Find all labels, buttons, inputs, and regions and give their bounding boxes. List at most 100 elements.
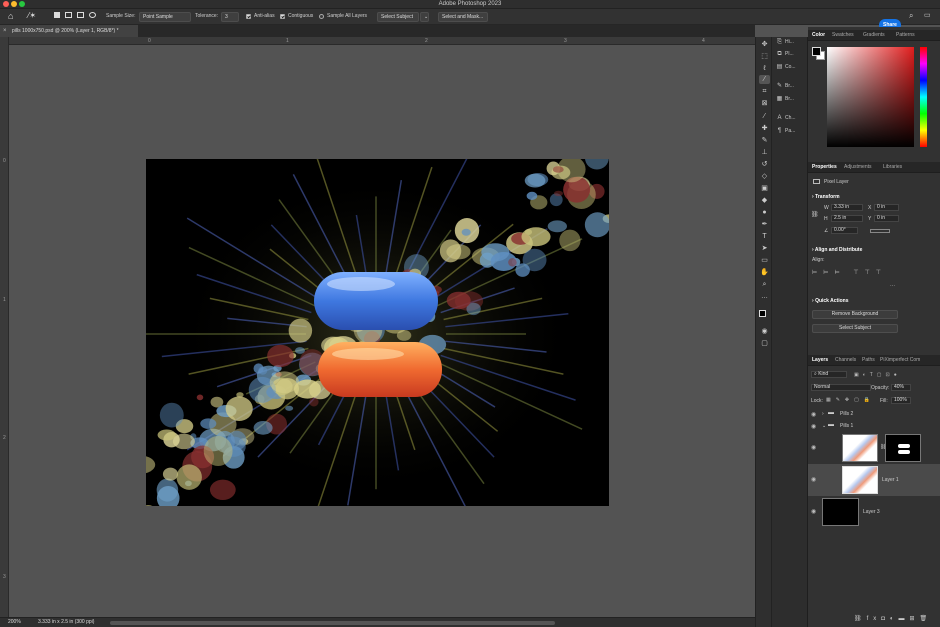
layer-filter-icons[interactable]: ▣◐T▢⊡● <box>854 372 924 378</box>
magic-wand-icon[interactable]: ⁄✶ <box>28 11 36 20</box>
link-icon[interactable]: ⛓ <box>811 211 819 218</box>
clone-stamp-icon[interactable]: ⊥ <box>759 148 770 157</box>
dodge-tool-icon[interactable]: ● <box>759 208 770 217</box>
hue-slider[interactable] <box>920 47 927 147</box>
horizontal-scrollbar[interactable] <box>110 621 555 625</box>
remove-background-button[interactable]: Remove Background <box>812 310 898 319</box>
select-subject-button[interactable]: Select Subject <box>377 12 419 22</box>
height-field[interactable]: 2.5 in <box>831 215 863 222</box>
layer-filter-select[interactable]: ⌕ Kind <box>811 371 847 378</box>
opacity-field[interactable]: 40% <box>891 384 911 391</box>
layer-row[interactable]: ◉ Layer 3 <box>808 496 940 528</box>
chevron-down-icon[interactable]: ⌄ <box>822 423 826 429</box>
sample-size-select[interactable]: Point Sample <box>139 12 191 22</box>
rectangle-tool-icon[interactable]: ▭ <box>759 256 770 265</box>
lock-icons[interactable]: ▦✎✥▢🔒 <box>826 397 876 403</box>
tolerance-input[interactable]: 3 <box>221 12 239 22</box>
visibility-eye-icon[interactable]: ◉ <box>811 508 816 515</box>
brush-tool-icon[interactable]: ✎ <box>759 136 770 145</box>
foreground-color-swatch[interactable] <box>759 310 766 317</box>
lasso-tool-icon[interactable]: ℓ <box>759 64 770 73</box>
transform-section-title[interactable]: › Transform <box>812 194 840 200</box>
history-brush-icon[interactable]: ↺ <box>759 160 770 169</box>
quick-mask-icon[interactable]: ◉ <box>759 327 770 336</box>
align-buttons-icon[interactable]: ⊨⊨⊨ ⊤⊤⊤ <box>812 269 907 276</box>
comments-panel-button[interactable]: ▤ Co... <box>776 62 806 72</box>
paragraph-panel-button[interactable]: ¶ Pa... <box>776 126 806 136</box>
fill-field[interactable]: 100% <box>891 397 911 404</box>
visibility-eye-icon[interactable]: ◉ <box>811 423 816 430</box>
gradient-tool-icon[interactable]: ▣ <box>759 184 770 193</box>
more-tools-icon[interactable]: … <box>759 292 770 301</box>
layer-row[interactable]: ◉ ⌄ ▬ Pills 1 <box>808 420 940 432</box>
eraser-tool-icon[interactable]: ◇ <box>759 172 770 181</box>
chevron-down-icon[interactable]: ⌄ <box>420 12 429 22</box>
blur-tool-icon[interactable]: ◆ <box>759 196 770 205</box>
search-icon[interactable]: ⌕ <box>909 11 913 21</box>
magic-wand-tool-icon[interactable]: ⁄ <box>759 75 770 84</box>
angle-field[interactable]: 0.00° <box>831 227 858 234</box>
frame-tool-icon[interactable]: ⊠ <box>759 99 770 108</box>
color-panel-foreground[interactable] <box>812 47 821 56</box>
tab-properties[interactable]: Properties <box>812 162 837 173</box>
anti-alias-checkbox[interactable] <box>246 14 251 19</box>
history-panel-button[interactable]: ⎘ Hi... <box>776 37 806 47</box>
brush-settings-panel-button[interactable]: ▦ Br... <box>776 94 806 104</box>
layer-mask-thumbnail[interactable] <box>885 434 921 462</box>
tab-channels[interactable]: Channels <box>835 355 856 366</box>
workspace-icon[interactable]: ▭ <box>924 11 931 19</box>
chevron-right-icon[interactable]: › <box>822 411 824 417</box>
zoom-tool-icon[interactable]: ⌕ <box>759 280 770 289</box>
add-selection-icon[interactable] <box>65 12 72 18</box>
tab-libraries[interactable]: Libraries <box>883 162 902 173</box>
select-subject-quick-button[interactable]: Select Subject <box>812 324 898 333</box>
crop-tool-icon[interactable]: ⌗ <box>759 87 770 96</box>
y-field[interactable]: 0 in <box>874 215 899 222</box>
sample-all-checkbox[interactable] <box>319 14 324 19</box>
flip-horizontal-icon[interactable] <box>870 229 890 233</box>
brushes-panel-button[interactable]: ✎ Br... <box>776 81 806 91</box>
select-and-mask-button[interactable]: Select and Mask... <box>438 12 488 22</box>
layer-row[interactable]: ◉ › ▬ Pills 2 <box>808 408 940 420</box>
healing-brush-icon[interactable]: ✚ <box>759 124 770 133</box>
tab-adjustments[interactable]: Adjustments <box>844 162 872 173</box>
eyedropper-tool-icon[interactable]: ⁄ <box>759 112 770 121</box>
x-field[interactable]: 0 in <box>874 204 899 211</box>
blend-mode-select[interactable]: Normal <box>811 384 871 391</box>
tab-paths[interactable]: Paths <box>862 355 875 366</box>
layer-row-selected[interactable]: ◉ Layer 1 <box>808 464 940 496</box>
layer-row[interactable]: ◉ ⛓ <box>808 432 940 464</box>
character-panel-button[interactable]: A Ch... <box>776 113 806 123</box>
home-icon[interactable]: ⌂ <box>8 11 13 21</box>
plugins-panel-button[interactable]: ⧉ Pl... <box>776 49 806 59</box>
width-field[interactable]: 3.33 in <box>831 204 863 211</box>
more-options-icon[interactable]: ··· <box>890 283 895 289</box>
color-field[interactable] <box>827 47 914 147</box>
tab-gradients[interactable]: Gradients <box>863 30 885 41</box>
align-section-title[interactable]: › Align and Distribute <box>812 247 862 253</box>
close-tab-icon[interactable]: × <box>3 25 7 37</box>
type-tool-icon[interactable]: T <box>759 232 770 241</box>
screen-mode-icon[interactable]: ▢ <box>759 339 770 348</box>
marquee-tool-icon[interactable]: ⬚ <box>759 52 770 61</box>
hand-tool-icon[interactable]: ✋ <box>759 268 770 277</box>
contiguous-checkbox[interactable] <box>280 14 285 19</box>
pen-tool-icon[interactable]: ✒ <box>759 220 770 229</box>
path-selection-icon[interactable]: ➤ <box>759 244 770 253</box>
quick-actions-title[interactable]: › Quick Actions <box>812 298 849 304</box>
intersect-selection-icon[interactable] <box>89 12 96 18</box>
document-tab[interactable]: × pills 1000x750.psd @ 200% (Layer 1, RG… <box>0 25 138 37</box>
tab-swatches[interactable]: Swatches <box>832 30 854 41</box>
zoom-level[interactable]: 200% <box>8 618 21 627</box>
visibility-eye-icon[interactable]: ◉ <box>811 411 816 418</box>
tab-layers[interactable]: Layers <box>812 355 828 366</box>
document-canvas[interactable] <box>146 159 609 506</box>
tab-patterns[interactable]: Patterns <box>896 30 915 41</box>
subtract-selection-icon[interactable] <box>77 12 84 18</box>
visibility-eye-icon[interactable]: ◉ <box>811 476 816 483</box>
move-tool-icon[interactable]: ✥ <box>759 40 770 49</box>
tab-piximperfect[interactable]: PiXimperfect Com <box>880 355 920 366</box>
tab-color[interactable]: Color <box>812 30 825 41</box>
visibility-eye-icon[interactable]: ◉ <box>811 444 816 451</box>
new-selection-icon[interactable] <box>54 12 60 18</box>
